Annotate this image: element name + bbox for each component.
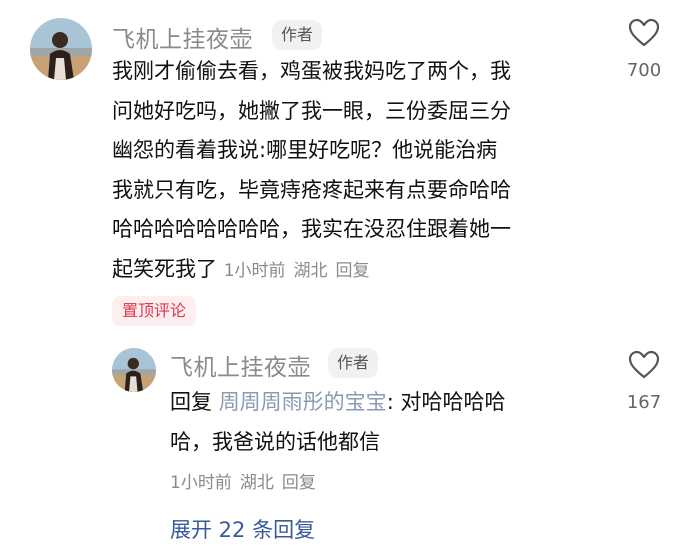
comment-line: 幽怨的看着我说:哪里好吃呢？他说能治病 (112, 138, 498, 162)
comment-time: 1小时前 (223, 260, 286, 281)
avatar[interactable] (30, 18, 92, 80)
expand-replies-button[interactable]: 展开 22 条回复 (170, 514, 315, 544)
reply-avatar[interactable] (112, 348, 156, 392)
heart-outline-icon (628, 18, 660, 47)
comment-author[interactable]: 飞机上挂夜壶 (112, 20, 253, 54)
comment-line: 起笑死我了 (112, 256, 217, 281)
reply-like-count: 167 (626, 392, 662, 413)
comment-last-line: 起笑死我了 1小时前 湖北 回复 (112, 250, 511, 292)
comment-like-count: 700 (626, 60, 662, 81)
comment-line: 问她好吃吗，她撇了我一眼，三份委屈三分 (112, 98, 511, 123)
reply-time: 1小时前 (170, 473, 232, 493)
comment-location: 湖北 (293, 260, 328, 281)
reply-reply-button[interactable]: 回复 (282, 473, 316, 493)
comment-thread: 飞机上挂夜壶 作者 700 我刚才偷偷去看，鸡蛋被我妈吃了两个，我 问她好吃吗，… (0, 0, 690, 559)
reply-location: 湖北 (239, 473, 274, 493)
reply-author[interactable]: 飞机上挂夜壶 (170, 348, 311, 382)
reply-text: : 对哈哈哈哈 (386, 390, 506, 414)
comment-body: 我刚才偷偷去看，鸡蛋被我妈吃了两个，我 问她好吃吗，她撇了我一眼，三份委屈三分 … (112, 52, 511, 291)
comment-line: 我就只有吃，毕竟痔疮疼起来有点要命哈哈 (112, 177, 511, 202)
author-badge: 作者 (272, 20, 323, 50)
reply-body: 回复 周周周雨彤的宝宝: 对哈哈哈哈 哈，我爸说的话他都信 (170, 383, 505, 462)
reply-line: 回复 周周周雨彤的宝宝: 对哈哈哈哈 (170, 383, 505, 423)
reply-line: 哈，我爸说的话他都信 (170, 429, 380, 454)
pinned-comment-tag: 置顶评论 (112, 296, 197, 326)
heart-outline-icon (628, 350, 660, 379)
comment-line: 我刚才偷偷去看，鸡蛋被我妈吃了两个，我 (112, 59, 511, 83)
reply-like-button[interactable]: 167 (612, 350, 676, 413)
reply-prefix: 回复 (170, 390, 212, 414)
reply-target-user[interactable]: 周周周雨彤的宝宝 (219, 390, 387, 414)
comment-reply-button[interactable]: 回复 (336, 261, 370, 281)
reply-meta: 1小时前 湖北 回复 (170, 468, 324, 493)
reply-author-badge: 作者 (328, 348, 379, 378)
comment-line: 哈哈哈哈哈哈哈哈，我实在没忍住跟着她一 (112, 217, 511, 241)
comment-like-button[interactable]: 700 (612, 18, 676, 81)
